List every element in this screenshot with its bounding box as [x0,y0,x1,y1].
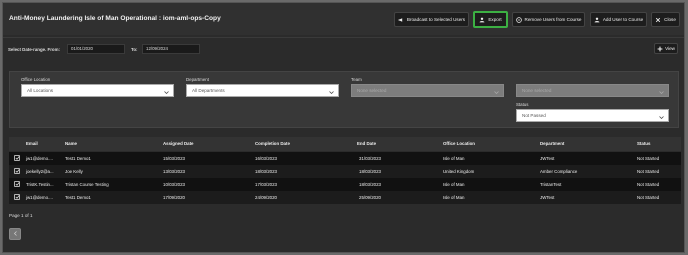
date-from-label: Select Date-range. From: [8,47,60,52]
cell-completion-date: 24/09/2020 [255,195,277,200]
cell-department: TristanTest [540,182,562,187]
column-header-office-location[interactable]: Office Location [443,141,475,146]
page-title: Anti-Money Laundering Isle of Man Operat… [9,15,221,22]
close-button[interactable]: Close [651,12,680,27]
megaphone-icon [398,17,404,23]
date-to-label: To: [131,47,138,52]
cell-name: Test1 Demo1 [65,156,91,161]
cell-assigned-date: 17/09/2020 [163,195,185,200]
remove-circle-icon [515,16,522,23]
view-button[interactable]: View [654,43,678,54]
edit-checkbox-icon[interactable] [14,155,20,161]
cell-name: Test1 Demo1 [65,195,91,200]
filter-panel: Office Location All Locations Department… [9,71,679,128]
edit-checkbox-icon[interactable] [14,194,20,200]
department-value: All Departments [192,88,225,93]
cell-status: Not Started [637,169,660,174]
cell-office-location: Isle of Man [443,156,465,161]
secondary-filter-select[interactable]: None selected [516,84,669,97]
chevron-down-icon [329,88,334,95]
status-value: Not Passed [522,113,546,118]
status-select[interactable]: Not Passed [516,109,669,122]
column-header-name[interactable]: Name [65,141,77,146]
secondary-filter-value: None selected [522,88,552,93]
remove-users-label: Remove Users from Course [524,17,582,22]
add-user-button[interactable]: Add User to Course [590,12,647,27]
export-button[interactable]: Export [473,11,508,28]
department-select[interactable]: All Departments [186,84,339,97]
broadcast-label: Broadcast to Selected Users [406,17,466,22]
cell-email: TristK.Testin... [26,182,54,187]
cell-department: JWTest [540,156,555,161]
chevron-down-icon [164,88,169,95]
cell-assigned-date: 10/03/2023 [163,182,185,187]
page-button[interactable] [9,228,21,240]
add-user-label: Add User to Course [602,17,644,22]
cell-office-location: Isle of Man [443,195,465,200]
course-users-window: Anti-Money Laundering Isle of Man Operat… [2,2,685,253]
user-icon [594,17,600,23]
header-bar: Anti-Money Laundering Isle of Man Operat… [3,3,684,35]
office-location-select[interactable]: All Locations [21,84,174,97]
view-label: View [665,46,675,51]
cell-assigned-date: 15/03/2023 [163,156,185,161]
user-icon [479,17,485,23]
cell-assigned-date: 13/03/2023 [163,169,185,174]
broadcast-button[interactable]: Broadcast to Selected Users [394,12,469,27]
date-from-input[interactable]: 01/01/2020 [67,44,125,54]
table-row[interactable]: TristK.Testin... Tristan Course Testing … [9,178,681,191]
status-label: Status [516,102,529,107]
cell-status: Not Started [637,182,660,187]
cell-office-location: Isle of Man [443,182,465,187]
column-header-email[interactable]: Email [26,141,38,146]
remove-users-button[interactable]: Remove Users from Course [512,12,585,27]
edit-checkbox-icon[interactable] [14,181,20,187]
table-header: Email Name Assigned Date Completion Date… [9,137,681,151]
chevron-down-icon [659,113,664,120]
cell-office-location: United Kingdom [443,169,475,174]
cell-email: jw1@demo.... [26,195,53,200]
column-header-assigned-date[interactable]: Assigned Date [163,141,194,146]
table-row[interactable]: joekelly2@a... Joe Kelly 13/03/2023 18/0… [9,165,681,178]
cell-email: joekelly2@a... [26,169,54,174]
cell-status: Not Started [637,156,660,161]
cell-department: Amber Compliance [540,169,578,174]
table-row[interactable]: jw1@demo.... Test1 Demo1 17/09/2020 24/0… [9,191,681,204]
team-label: Team [351,77,362,82]
close-icon [655,17,661,23]
cell-status: Not Started [637,195,660,200]
team-select[interactable]: None selected [351,84,504,97]
chevron-left-icon [13,231,18,237]
chevron-down-icon [494,88,499,95]
date-to-input[interactable]: 12/09/2024 [142,44,200,54]
cell-completion-date: 17/03/2023 [255,182,277,187]
export-label: Export [488,17,502,22]
cell-email: jw1@demo.... [26,156,53,161]
office-location-value: All Locations [27,88,54,93]
close-label: Close [664,17,676,22]
cell-end-date: 18/03/2023 [359,169,381,174]
office-location-label: Office Location [21,77,51,82]
cell-completion-date: 18/03/2023 [255,169,277,174]
cell-end-date: 31/03/2023 [359,156,381,161]
cell-name: Joe Kelly [65,169,83,174]
team-value: None selected [357,88,387,93]
column-header-end-date[interactable]: End Date [357,141,376,146]
cell-end-date: 18/03/2023 [359,182,381,187]
plus-icon [657,46,663,52]
cell-completion-date: 16/03/2023 [255,156,277,161]
cell-name: Tristan Course Testing [65,182,109,187]
cell-end-date: 25/09/2020 [359,195,381,200]
chevron-down-icon [659,88,664,95]
column-header-status[interactable]: Status [637,141,650,146]
cell-department: JWTest [540,195,555,200]
table-row[interactable]: jw1@demo.... Test1 Demo1 15/03/2023 16/0… [9,152,681,165]
column-header-department[interactable]: Department [540,141,564,146]
column-header-completion-date[interactable]: Completion Date [255,141,290,146]
edit-checkbox-icon[interactable] [14,168,20,174]
department-label: Department [186,77,209,82]
pagination-text: Page 1 of 1 [9,213,33,218]
